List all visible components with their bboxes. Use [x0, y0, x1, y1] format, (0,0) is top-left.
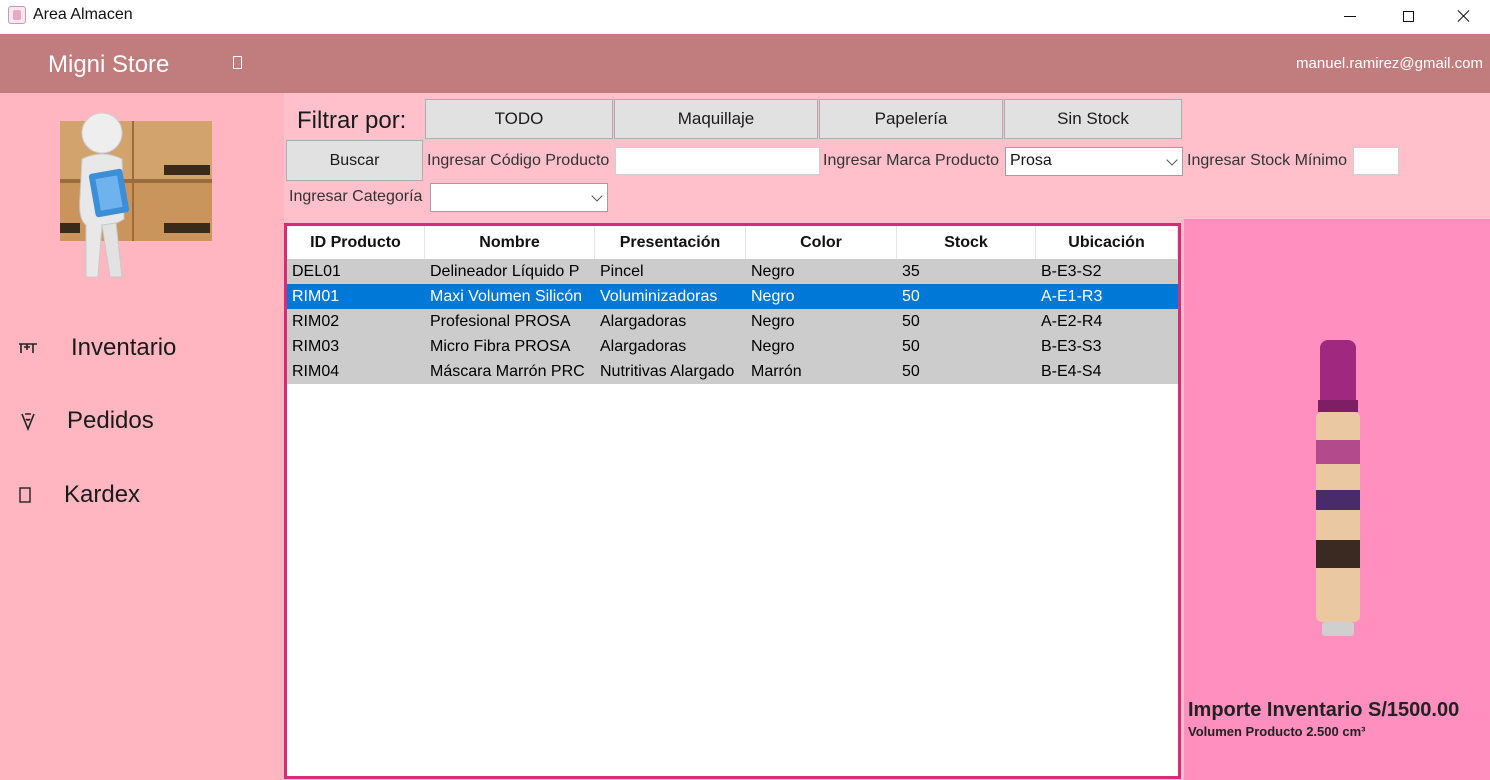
kardex-icon [13, 483, 37, 507]
min-stock-input[interactable] [1353, 147, 1399, 175]
sidebar-item-label: Pedidos [67, 407, 154, 434]
user-email: manuel.ramirez@gmail.com [1296, 55, 1483, 72]
table-row[interactable]: RIM01 Maxi Volumen Silicón Voluminizador… [287, 284, 1178, 309]
minimize-button[interactable] [1322, 0, 1378, 32]
product-code-input[interactable] [615, 147, 820, 175]
table-row[interactable]: RIM03 Micro Fibra PROSA Alargadoras Negr… [287, 334, 1178, 359]
table-cell: Alargadoras [600, 312, 687, 330]
column-header[interactable]: Color [746, 226, 897, 259]
table-cell: Negro [751, 287, 795, 305]
brand-select[interactable]: Prosa [1005, 147, 1183, 176]
table-cell: Negro [751, 262, 795, 280]
table-cell: 50 [902, 337, 920, 355]
table-cell: Pincel [600, 262, 644, 280]
minimize-icon [1344, 15, 1356, 17]
table-cell: Alargadoras [600, 337, 687, 355]
close-button[interactable] [1436, 0, 1490, 32]
table-cell: Maxi Volumen Silicón [430, 287, 583, 305]
table-row[interactable]: RIM04 Máscara Marrón PRC Nutritivas Alar… [287, 359, 1178, 384]
category-select[interactable] [430, 183, 608, 212]
table-cell: Delineador Líquido P [430, 262, 580, 280]
column-header[interactable]: Ubicación [1036, 226, 1178, 259]
table-cell: RIM04 [292, 362, 340, 380]
product-code-label: Ingresar Código Producto [427, 152, 610, 169]
app-icon [8, 6, 26, 24]
table-cell: A-E1-R3 [1041, 287, 1103, 305]
brand-label: Ingresar Marca Producto [823, 152, 1000, 169]
column-header[interactable]: Presentación [595, 226, 746, 259]
sidebar-item-kardex[interactable]: Kardex [0, 475, 284, 515]
table-cell: DEL01 [292, 262, 341, 280]
column-header[interactable]: ID Producto [287, 226, 425, 259]
column-header[interactable]: Stock [897, 226, 1036, 259]
orders-icon [16, 409, 40, 433]
table-cell: RIM03 [292, 337, 340, 355]
table-cell: RIM01 [292, 287, 340, 305]
sidebar-item-inventario[interactable]: Inventario [0, 328, 284, 368]
sidebar-item-pedidos[interactable]: Pedidos [0, 401, 284, 441]
app-header: Migni Store manuel.ramirez@gmail.com [0, 34, 1490, 93]
filter-maquillaje-button[interactable]: Maquillaje [614, 99, 818, 139]
sidebar-item-label: Inventario [71, 334, 177, 361]
brand-select-value: Prosa [1010, 152, 1052, 169]
table-row[interactable]: DEL01 Delineador Líquido P Pincel Negro … [287, 259, 1178, 284]
brand-title: Migni Store [48, 51, 170, 78]
table-cell: 50 [902, 312, 920, 330]
table-header: ID Producto Nombre Presentación Color St… [287, 226, 1178, 259]
close-icon [1457, 9, 1471, 23]
min-stock-label: Ingresar Stock Mínimo [1187, 152, 1348, 169]
table-cell: B-E3-S3 [1041, 337, 1102, 355]
category-label: Ingresar Categoría [289, 188, 423, 205]
window-title: Area Almacen [33, 6, 133, 23]
inventory-icon [16, 336, 40, 360]
inventory-total: Importe Inventario S/1500.00 [1188, 699, 1460, 721]
table-cell: Nutritivas Alargado [600, 362, 735, 380]
table-cell: Profesional PROSA [430, 312, 571, 330]
table-cell: Negro [751, 312, 795, 330]
table-cell: A-E2-R4 [1041, 312, 1103, 330]
inventory-table[interactable]: ID Producto Nombre Presentación Color St… [284, 223, 1181, 779]
table-cell: B-E4-S4 [1041, 362, 1102, 380]
sidebar-item-label: Kardex [64, 481, 141, 508]
chevron-down-icon [591, 190, 603, 202]
menu-icon[interactable] [233, 56, 242, 69]
table-cell: B-E3-S2 [1041, 262, 1102, 280]
product-image [1316, 340, 1360, 636]
maximize-icon [1402, 10, 1414, 22]
table-cell: Voluminizadoras [600, 287, 718, 305]
product-volume: Volumen Producto 2.500 cm³ [1188, 724, 1366, 739]
table-cell: Máscara Marrón PRC [430, 362, 585, 380]
filter-papeleria-button[interactable]: Papelería [819, 99, 1003, 139]
filter-title: Filtrar por: [297, 107, 407, 134]
sidebar: Inventario Pedidos Kardex [0, 93, 284, 780]
column-header[interactable]: Nombre [425, 226, 595, 259]
search-button[interactable]: Buscar [286, 140, 423, 181]
table-cell: Marrón [751, 362, 802, 380]
filter-todo-button[interactable]: TODO [425, 99, 613, 139]
table-cell: Negro [751, 337, 795, 355]
table-cell: 50 [902, 362, 920, 380]
warehouse-logo [60, 112, 212, 278]
table-cell: RIM02 [292, 312, 340, 330]
chevron-down-icon [1166, 154, 1178, 166]
window-titlebar: Area Almacen [0, 0, 1490, 34]
table-cell: 50 [902, 287, 920, 305]
filter-sin-stock-button[interactable]: Sin Stock [1004, 99, 1182, 139]
table-cell: Micro Fibra PROSA [430, 337, 571, 355]
maximize-button[interactable] [1380, 0, 1436, 32]
table-row[interactable]: RIM02 Profesional PROSA Alargadoras Negr… [287, 309, 1178, 334]
table-cell: 35 [902, 262, 920, 280]
